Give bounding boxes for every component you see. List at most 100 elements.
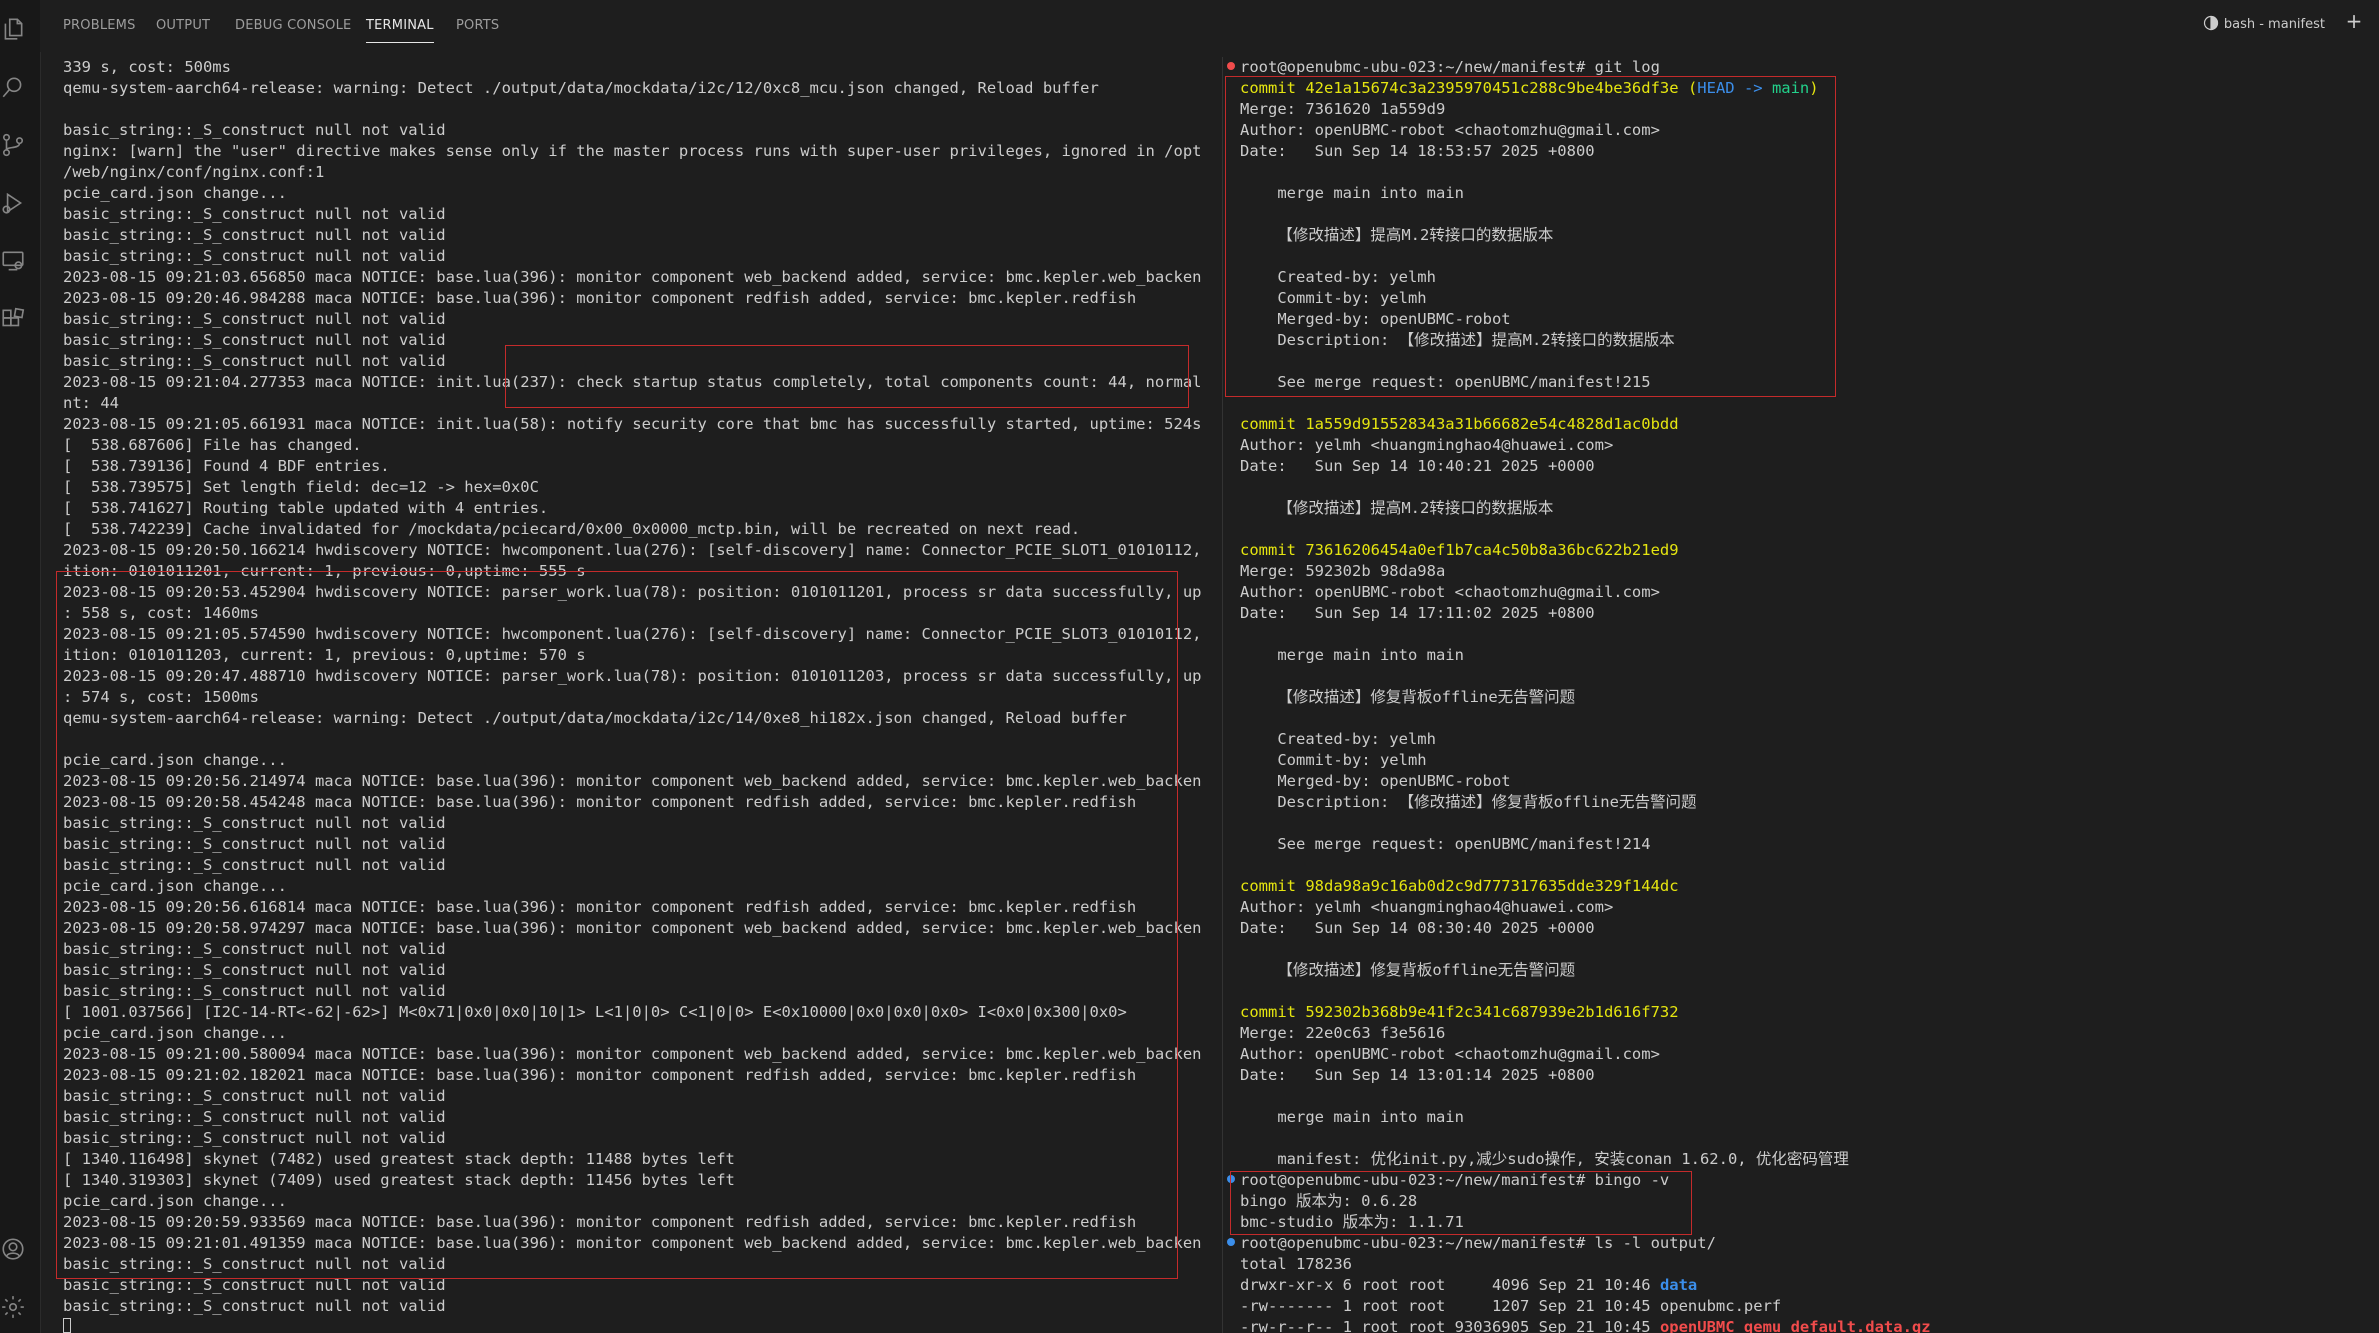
terminal-line: Commit-by: yelmh (1240, 750, 2379, 771)
new-terminal-button[interactable]: + (2343, 10, 2365, 32)
terminal-text-segment: commit 1a559d915528343a31b66682e54c4828d… (1240, 415, 1679, 433)
terminal-line: Merge: 592302b 98da98a (1240, 561, 2379, 582)
tab-problems[interactable]: PROBLEMS (63, 18, 136, 33)
terminal-line: drwxr-xr-x 6 root root 4096 Sep 21 10:46… (1240, 1275, 2379, 1296)
terminal-line: -rw-r--r-- 1 root root 93036905 Sep 21 1… (1240, 1317, 2379, 1333)
terminal-line: basic_string::_S_construct null not vali… (63, 226, 446, 244)
settings-gear-icon[interactable] (0, 1294, 26, 1320)
terminal-line: pcie_card.json change... (63, 1024, 287, 1042)
extensions-icon[interactable] (0, 306, 26, 332)
terminal-line: pcie_card.json change... (63, 184, 287, 202)
terminal-line: nginx: [warn] the "user" directive makes… (63, 142, 1201, 160)
terminal-line: 2023-08-15 09:20:59.933569 maca NOTICE: … (63, 1213, 1137, 1231)
terminal-text-segment: See merge request: openUBMC/manifest!214 (1240, 835, 1651, 853)
terminal-line: 2023-08-15 09:20:50.166214 hwdiscovery N… (63, 541, 1201, 559)
tab-ports[interactable]: PORTS (456, 18, 499, 33)
terminal-line: basic_string::_S_construct null not vali… (63, 940, 446, 958)
prompt-success-dot (1227, 1238, 1235, 1246)
terminal-text-segment: merge main into main (1240, 1108, 1464, 1126)
terminal-line: 【修改描述】修复背板offline无告警问题 (1240, 960, 2379, 981)
terminal-line: Date: Sun Sep 14 13:01:14 2025 +0800 (1240, 1065, 2379, 1086)
terminal-text-segment: Commit-by: yelmh (1240, 289, 1427, 307)
run-debug-icon[interactable] (0, 190, 26, 216)
terminal-shell-label[interactable]: bash - manifest (2224, 17, 2325, 32)
terminal-line: 2023-08-15 09:21:00.580094 maca NOTICE: … (63, 1045, 1201, 1063)
terminal-line: Author: openUBMC-robot <chaotomzhu@gmail… (1240, 1044, 2379, 1065)
terminal-line: 2023-08-15 09:20:47.488710 hwdiscovery N… (63, 667, 1201, 685)
remote-explorer-icon[interactable] (0, 248, 26, 274)
terminal-pane-left[interactable]: 339 s, cost: 500ms qemu-system-aarch64-re… (63, 57, 1201, 1333)
terminal-text-segment: bingo 版本为: 0.6.28 (1240, 1192, 1418, 1210)
terminal-text-segment: See merge request: openUBMC/manifest!215 (1240, 373, 1651, 391)
terminal-line: basic_string::_S_construct null not vali… (63, 835, 446, 853)
terminal-text-segment: HEAD -> (1697, 79, 1772, 97)
terminal-line: qemu-system-aarch64-release: warning: De… (63, 79, 1099, 97)
terminal-line: Author: openUBMC-robot <chaotomzhu@gmail… (1240, 582, 2379, 603)
terminal-line: Created-by: yelmh (1240, 729, 2379, 750)
terminal-text-segment: Author: yelmh <huangminghao4@huawei.com> (1240, 898, 1614, 916)
terminal-line: qemu-system-aarch64-release: warning: De… (63, 709, 1127, 727)
terminal-text-segment: openUBMC_qemu_default.data.gz (1659, 1318, 1931, 1333)
terminal-line: 2023-08-15 09:21:03.656850 maca NOTICE: … (63, 268, 1201, 286)
terminal-line: basic_string::_S_construct null not vali… (63, 1087, 446, 1105)
terminal-line: Author: yelmh <huangminghao4@huawei.com> (1240, 897, 2379, 918)
search-icon[interactable] (0, 74, 26, 100)
terminal-line: ition: 0101011203, current: 1, previous:… (63, 646, 586, 664)
terminal-line: basic_string::_S_construct null not vali… (63, 247, 446, 265)
terminal-line: merge main into main (1240, 183, 2379, 204)
terminal-line: nt: 44 (63, 394, 119, 412)
terminal-line: basic_string::_S_construct null not vali… (63, 352, 446, 370)
split-divider[interactable] (1222, 57, 1223, 1333)
terminal-line: [ 1001.037566] [I2C-14-RT<-62|-62>] M<0x… (63, 1003, 1127, 1021)
terminal-text-segment: commit 42e1a15674c3a2395970451c288c9be4b… (1240, 79, 1679, 97)
terminal-text-segment: Created-by: yelmh (1240, 730, 1436, 748)
terminal-line: [ 1340.116498] skynet (7482) used greate… (63, 1150, 735, 1168)
tab-terminal[interactable]: TERMINAL (366, 18, 434, 43)
terminal-line: 【修改描述】提高M.2转接口的数据版本 (1240, 225, 2379, 246)
terminal-line: basic_string::_S_construct null not vali… (63, 310, 446, 328)
terminal-line: pcie_card.json change... (63, 877, 287, 895)
terminal-line: basic_string::_S_construct null not vali… (63, 856, 446, 874)
account-icon[interactable] (0, 1236, 26, 1262)
terminal-shell-icon[interactable] (2203, 15, 2219, 31)
terminal-line: [ 538.739575] Set length field: dec=12 -… (63, 478, 539, 496)
terminal-text-segment: Merged-by: openUBMC-robot (1240, 772, 1511, 790)
terminal-line: 2023-08-15 09:20:58.454248 maca NOTICE: … (63, 793, 1137, 811)
terminal-text-segment: data (1659, 1276, 1698, 1294)
terminal-line: commit 1a559d915528343a31b66682e54c4828d… (1240, 414, 2379, 435)
terminal-text-segment: Merged-by: openUBMC-robot (1240, 310, 1511, 328)
terminal-text-segment: Date: Sun Sep 14 18:53:57 2025 +0800 (1240, 142, 1595, 160)
terminal-line: Commit-by: yelmh (1240, 288, 2379, 309)
terminal-line: See merge request: openUBMC/manifest!214 (1240, 834, 2379, 855)
terminal-text-segment: Date: Sun Sep 14 13:01:14 2025 +0800 (1240, 1066, 1595, 1084)
terminal-text-segment: Date: Sun Sep 14 10:40:21 2025 +0000 (1240, 457, 1595, 475)
tab-output[interactable]: OUTPUT (156, 18, 210, 33)
terminal-line: Date: Sun Sep 14 08:30:40 2025 +0000 (1240, 918, 2379, 939)
terminal-text-segment: ) (1809, 79, 1819, 97)
terminal-line: commit 98da98a9c16ab0d2c9d777317635dde32… (1240, 876, 2379, 897)
terminal-pane-right[interactable]: root@openubmc-ubu-023:~/new/manifest# gi… (1240, 57, 2379, 1333)
terminal-text-segment: Merge: 7361620 1a559d9 (1240, 100, 1446, 118)
explorer-icon[interactable] (0, 16, 26, 42)
terminal-line: basic_string::_S_construct null not vali… (63, 1129, 446, 1147)
terminal-line: basic_string::_S_construct null not vali… (63, 1297, 446, 1315)
terminal-line: Created-by: yelmh (1240, 267, 2379, 288)
terminal-line: total 178236 (1240, 1254, 2379, 1275)
terminal-line: 339 s, cost: 500ms (63, 58, 231, 76)
source-control-icon[interactable] (0, 132, 26, 158)
panel-header: PROBLEMS OUTPUT DEBUG CONSOLE TERMINAL P… (40, 0, 2379, 52)
terminal-line: [ 1340.319303] skynet (7409) used greate… (63, 1171, 735, 1189)
terminal-text-segment: 【修改描述】提高M.2转接口的数据版本 (1240, 499, 1554, 517)
terminal-text-segment: Commit-by: yelmh (1240, 751, 1427, 769)
terminal-line: basic_string::_S_construct null not vali… (63, 1108, 446, 1126)
tab-debug-console[interactable]: DEBUG CONSOLE (235, 18, 351, 33)
